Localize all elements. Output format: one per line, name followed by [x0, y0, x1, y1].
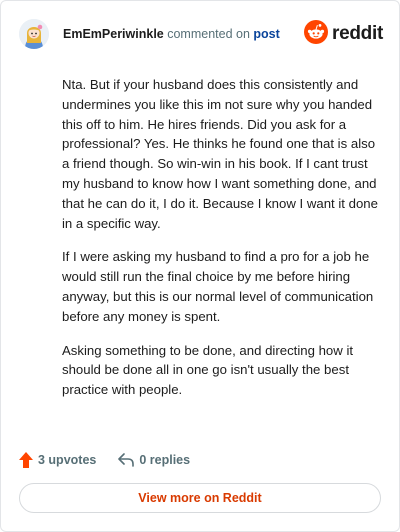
reddit-brand[interactable]: reddit	[304, 19, 383, 49]
upvote-count: 3 upvotes	[38, 453, 97, 467]
reddit-wordmark: reddit	[332, 23, 383, 44]
commented-on-text: commented on	[167, 27, 250, 41]
comment-paragraph: If I were asking my husband to find a pr…	[62, 249, 374, 324]
reply-button[interactable]: 0 replies	[118, 453, 190, 467]
upvote-button[interactable]: 3 upvotes	[19, 452, 96, 468]
comment-body: Nta. But if your husband does this consi…	[62, 75, 380, 414]
avatar-icon[interactable]	[19, 19, 49, 49]
comment-paragraph: Asking something to be done, and directi…	[62, 342, 354, 398]
comment-byline: EmEmPeriwinkle commented on post	[63, 27, 280, 41]
reddit-logo-icon	[304, 19, 329, 49]
comment-paragraph: Nta. But if your husband does this consi…	[62, 77, 378, 231]
reply-arrow-icon	[118, 453, 135, 467]
comment-header: EmEmPeriwinkle commented on post reddit	[19, 17, 383, 51]
post-link[interactable]: post	[253, 27, 279, 41]
view-more-button[interactable]: View more on Reddit	[19, 483, 381, 513]
comment-actions: 3 upvotes 0 replies	[19, 449, 190, 471]
comment-embed-card: EmEmPeriwinkle commented on post reddit	[0, 0, 400, 532]
username-link[interactable]: EmEmPeriwinkle	[63, 27, 164, 41]
upvote-arrow-icon	[19, 452, 33, 468]
reply-count: 0 replies	[139, 453, 191, 467]
